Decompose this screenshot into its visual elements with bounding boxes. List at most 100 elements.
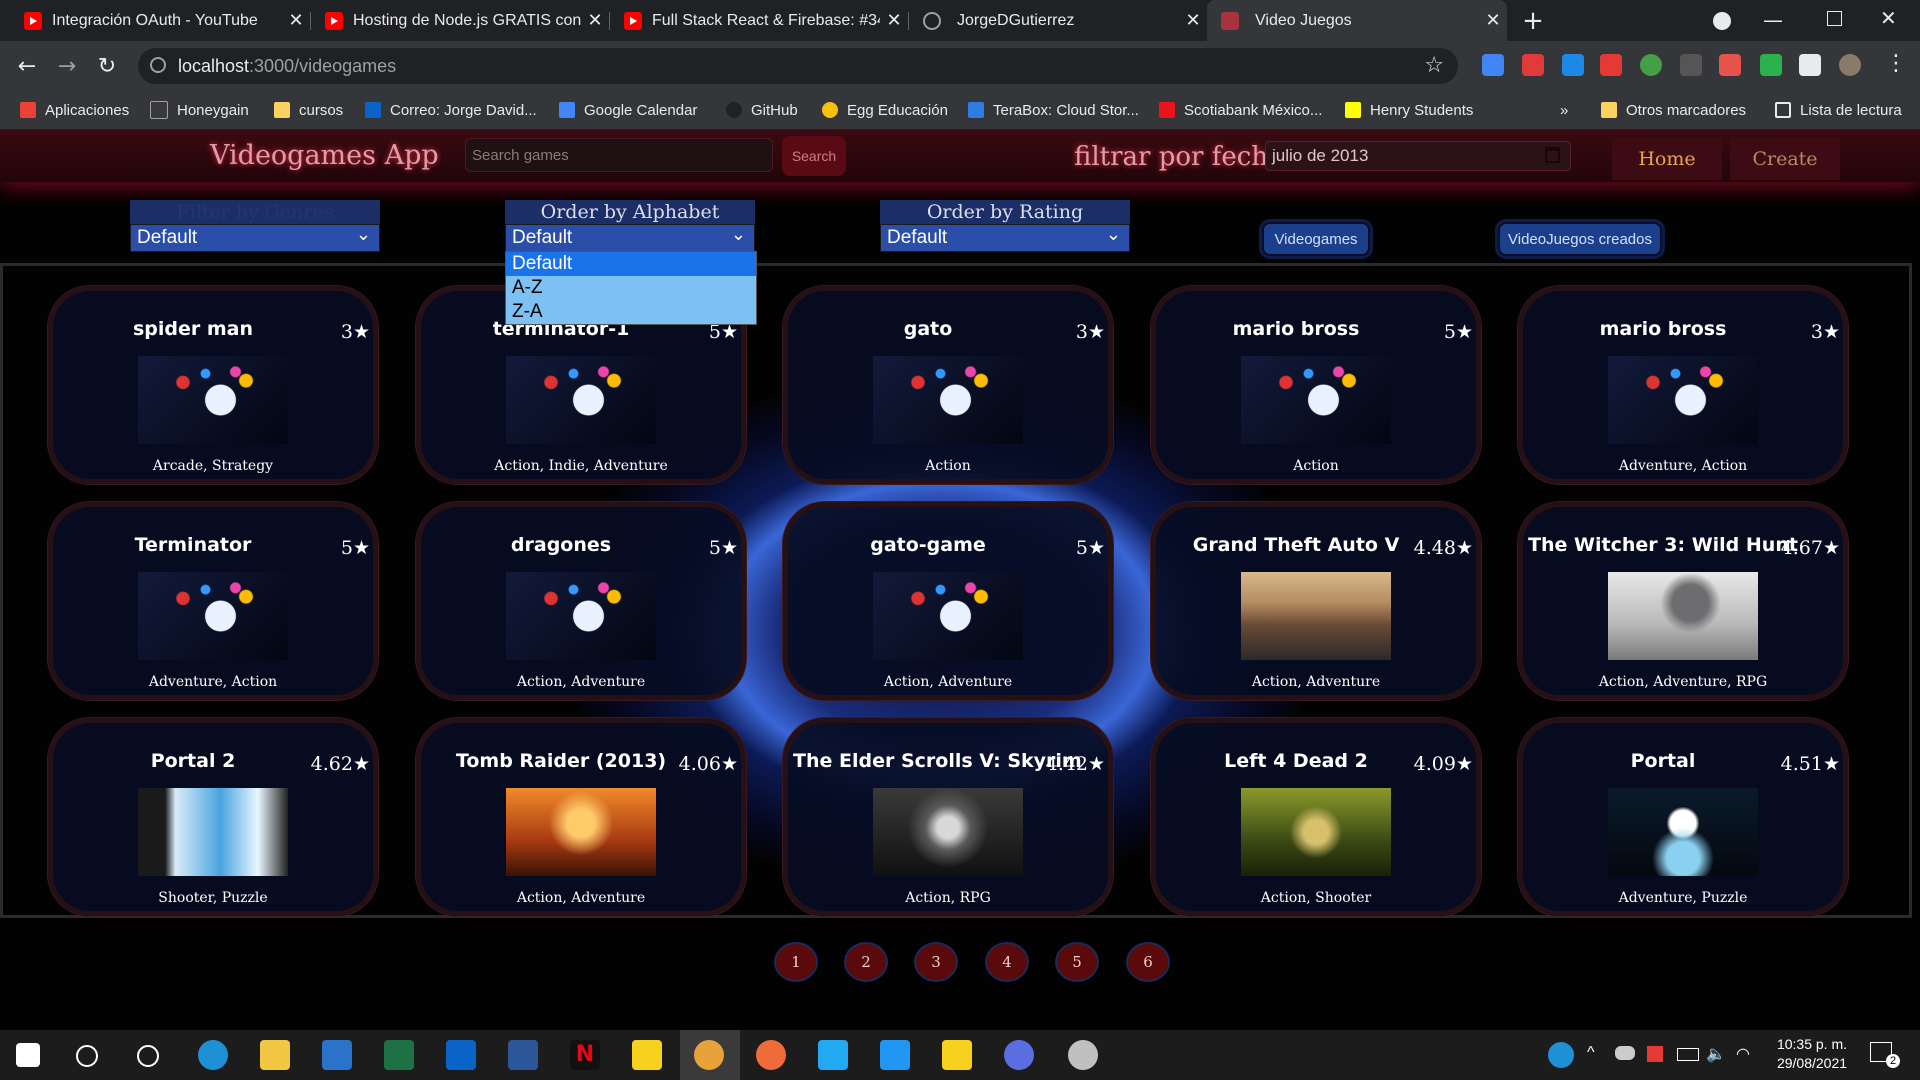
created-games-button[interactable]: VideoJuegos creados [1498, 222, 1662, 256]
game-card[interactable]: Portal 4.51★ Adventure, Puzzle [1518, 718, 1848, 916]
bookmark-item[interactable]: Scotiabank México... [1159, 91, 1322, 129]
page-button[interactable]: 4 [985, 942, 1029, 982]
videogames-button[interactable]: Videogames [1262, 222, 1370, 256]
game-image[interactable] [506, 788, 656, 876]
bookmark-item[interactable]: Google Calendar [559, 91, 697, 129]
postman-icon[interactable] [756, 1040, 786, 1070]
pocket-icon[interactable] [1522, 54, 1544, 76]
reload-icon[interactable]: ↻ [92, 51, 122, 81]
game-image[interactable] [1241, 572, 1391, 660]
search-input[interactable]: Search games [465, 138, 773, 172]
netflix-icon[interactable]: N [570, 1040, 600, 1070]
excel-icon[interactable] [384, 1040, 414, 1070]
address-bar[interactable]: localhost:3000/videogames ☆ [138, 48, 1458, 84]
edge-icon[interactable] [198, 1040, 228, 1070]
sticky-notes-icon[interactable] [632, 1040, 662, 1070]
game-image[interactable] [1608, 572, 1758, 660]
antivirus-icon[interactable] [1647, 1046, 1663, 1062]
date-input[interactable]: julio de 2013 [1265, 141, 1571, 171]
game-image[interactable] [1241, 788, 1391, 876]
cortana-icon[interactable] [137, 1045, 159, 1067]
game-card[interactable]: gato-game 5★ Action, Adventure [783, 502, 1113, 700]
cloud-icon[interactable] [1615, 1046, 1635, 1060]
extension-icon[interactable] [1719, 54, 1741, 76]
bookmark-item[interactable]: Honeygain [150, 91, 249, 129]
game-image[interactable] [873, 572, 1023, 660]
help-icon[interactable] [1548, 1042, 1574, 1068]
bookmark-item[interactable]: Correo: Jorge David... [365, 91, 537, 129]
game-image[interactable] [1608, 788, 1758, 876]
game-card[interactable]: Grand Theft Auto V 4.48★ Action, Adventure [1151, 502, 1481, 700]
dropdown-option[interactable]: A-Z [506, 276, 756, 300]
game-image[interactable] [873, 356, 1023, 444]
rating-select[interactable]: Default [880, 221, 1130, 252]
game-card[interactable]: The Witcher 3: Wild Hunt 4.67★ Action, Adv… [1518, 502, 1848, 700]
page-button[interactable]: 5 [1055, 942, 1099, 982]
chrome-icon[interactable] [694, 1040, 724, 1070]
tab-search-icon[interactable] [1713, 12, 1731, 30]
volume-icon[interactable]: 🔈 [1706, 1044, 1726, 1064]
game-image[interactable] [138, 572, 288, 660]
close-window-icon[interactable]: ✕ [1880, 6, 1897, 30]
bookmark-item[interactable]: Aplicaciones [20, 91, 129, 129]
browser-tab[interactable]: Integración OAuth - YouTube ✕ [10, 0, 310, 41]
game-image[interactable] [1608, 356, 1758, 444]
browser-tab[interactable]: Full Stack React & Firebase: #34 I ✕ [610, 0, 908, 41]
vscode-icon[interactable] [818, 1040, 848, 1070]
game-card[interactable]: dragones 5★ Action, Adventure [416, 502, 746, 700]
close-icon[interactable]: ✕ [581, 10, 609, 31]
outlook-icon[interactable] [446, 1040, 476, 1070]
game-card[interactable]: Portal 2 4.62★ Shooter, Puzzle [48, 718, 378, 916]
game-card[interactable]: gato 3★ Action [783, 286, 1113, 484]
extension-icon[interactable] [1562, 54, 1584, 76]
game-card[interactable]: Terminator 5★ Adventure, Action [48, 502, 378, 700]
bookmark-star-icon[interactable]: ☆ [1424, 53, 1444, 78]
dropdown-option[interactable]: Z-A [506, 300, 756, 324]
game-image[interactable] [506, 356, 656, 444]
page-button[interactable]: 1 [774, 942, 818, 982]
nav-create[interactable]: Create [1730, 138, 1840, 180]
game-card[interactable]: mario bross 3★ Adventure, Action [1518, 286, 1848, 484]
game-image[interactable] [138, 788, 288, 876]
wifi-icon[interactable]: ◠ [1736, 1044, 1750, 1064]
bookmark-item[interactable]: TeraBox: Cloud Stor... [968, 91, 1139, 129]
new-tab-icon[interactable]: + [1518, 6, 1548, 36]
bookmark-item[interactable]: Henry Students [1345, 91, 1473, 129]
dropdown-option[interactable]: Default [506, 252, 756, 276]
extension-icon[interactable] [1680, 54, 1702, 76]
close-icon[interactable]: ✕ [880, 10, 908, 31]
upload-icon[interactable] [880, 1040, 910, 1070]
file-explorer-icon[interactable] [260, 1040, 290, 1070]
browser-tab[interactable]: Hosting de Node.js GRATIS con N ✕ [311, 0, 609, 41]
nav-home[interactable]: Home [1612, 138, 1722, 180]
bookmark-item[interactable]: Otros marcadores [1601, 91, 1746, 129]
alphabet-select[interactable]: Default [505, 221, 755, 252]
game-image[interactable] [506, 572, 656, 660]
game-image[interactable] [873, 788, 1023, 876]
page-button[interactable]: 6 [1126, 942, 1170, 982]
extension-icon[interactable] [1760, 54, 1782, 76]
browser-tab-active[interactable]: Video Juegos ✕ [1207, 0, 1507, 41]
calendar-icon[interactable] [1545, 147, 1560, 163]
search-icon[interactable] [76, 1045, 98, 1067]
back-icon[interactable]: ← [12, 51, 42, 81]
bookmark-item[interactable]: Lista de lectura [1775, 91, 1902, 129]
discord-icon[interactable] [1004, 1040, 1034, 1070]
extension-icon[interactable] [1600, 54, 1622, 76]
browser-tab[interactable]: JorgeDGutierrez ✕ [909, 0, 1207, 41]
close-icon[interactable]: ✕ [282, 10, 310, 31]
game-card[interactable]: mario bross 5★ Action [1151, 286, 1481, 484]
bookmark-item[interactable]: cursos [274, 91, 343, 129]
close-icon[interactable]: ✕ [1479, 10, 1507, 31]
game-card[interactable]: The Elder Scrolls V: Skyrim 4.42★ Action, … [783, 718, 1113, 916]
windows-start-icon[interactable] [16, 1043, 40, 1067]
minimize-icon[interactable]: — [1763, 8, 1783, 32]
bookmark-item[interactable]: GitHub [726, 91, 798, 129]
clock[interactable]: 10:35 p. m. 29/08/2021 [1772, 1036, 1852, 1071]
avatar[interactable] [1839, 54, 1861, 76]
info-icon[interactable] [150, 57, 166, 73]
extension-icon[interactable] [1640, 54, 1662, 76]
game-image[interactable] [1241, 356, 1391, 444]
game-image[interactable] [138, 356, 288, 444]
chevron-up-icon[interactable]: ^ [1587, 1044, 1595, 1062]
